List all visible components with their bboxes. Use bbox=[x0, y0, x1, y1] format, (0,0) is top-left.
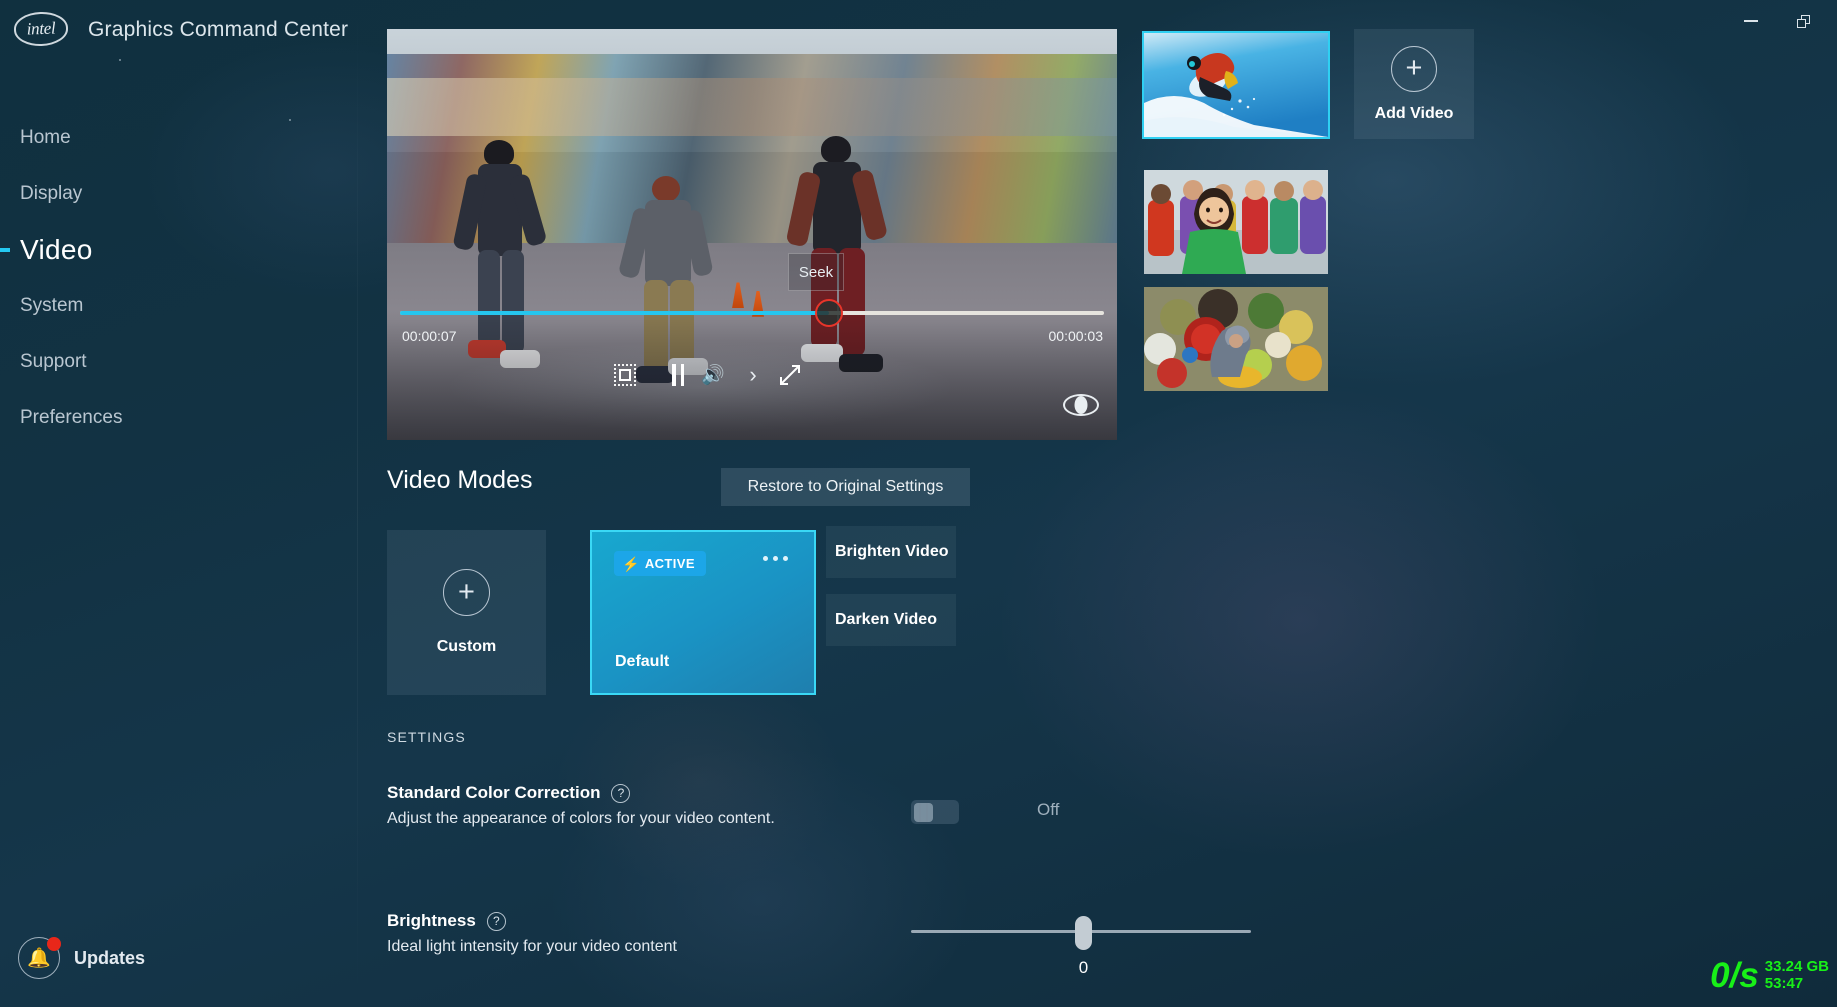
notification-badge bbox=[47, 937, 61, 951]
sidebar-item-label: Support bbox=[20, 351, 87, 373]
current-time-label: 00:00:07 bbox=[402, 328, 457, 344]
video-scrubber-handle[interactable] bbox=[815, 299, 843, 327]
mode-card-label: Default bbox=[615, 653, 669, 671]
sidebar-item-home[interactable]: Home bbox=[0, 110, 310, 166]
volume-button[interactable]: 🔊 bbox=[695, 353, 731, 397]
plus-icon: + bbox=[1391, 46, 1437, 92]
add-video-button[interactable]: + Add Video bbox=[1354, 29, 1474, 139]
player-controls: 🔊 › bbox=[387, 353, 1117, 397]
perf-memory: 33.24 GB bbox=[1765, 959, 1829, 976]
frame-capture-icon bbox=[614, 364, 636, 386]
sidebar-item-display[interactable]: Display bbox=[0, 166, 310, 222]
setting-title-row: Standard Color Correction ? bbox=[387, 783, 1587, 803]
video-progress-fill bbox=[400, 311, 829, 315]
mode-card-default[interactable]: ⚡ ACTIVE Default bbox=[590, 530, 816, 695]
intel-logo-icon: intel bbox=[13, 11, 68, 47]
standard-color-correction-toggle[interactable] bbox=[911, 800, 959, 824]
active-badge: ⚡ ACTIVE bbox=[614, 551, 706, 576]
perf-uptime: 53:47 bbox=[1765, 976, 1829, 993]
market-vendor-thumbnail[interactable] bbox=[1144, 287, 1328, 391]
snowboarder-thumbnail[interactable] bbox=[1144, 33, 1328, 137]
sidebar-item-label: System bbox=[20, 295, 83, 317]
sidebar-item-preferences[interactable]: Preferences bbox=[0, 390, 310, 446]
app-title: Graphics Command Center bbox=[88, 18, 348, 42]
setting-title: Standard Color Correction bbox=[387, 783, 600, 803]
chevron-right-icon: › bbox=[749, 362, 756, 388]
perf-rate: 0/s bbox=[1710, 958, 1759, 993]
settings-heading: SETTINGS bbox=[387, 729, 466, 745]
sidebar-item-video[interactable]: Video bbox=[0, 222, 310, 278]
mode-card-custom[interactable]: + Custom bbox=[387, 530, 546, 695]
video-player[interactable]: Seek 00:00:07 00:00:03 🔊 › bbox=[387, 29, 1117, 440]
remaining-time-label: 00:00:03 bbox=[1049, 328, 1104, 344]
sidebar-divider bbox=[357, 0, 358, 1007]
sidebar-item-label: Video bbox=[20, 234, 93, 266]
minimize-icon bbox=[1744, 20, 1758, 22]
active-indicator bbox=[0, 248, 10, 252]
sidebar-item-label: Home bbox=[20, 127, 71, 149]
updates-button[interactable]: 🔔 Updates bbox=[18, 937, 145, 979]
mode-options-menu[interactable] bbox=[763, 556, 788, 561]
toggle-knob bbox=[914, 803, 933, 822]
active-badge-label: ACTIVE bbox=[645, 556, 695, 571]
pause-icon bbox=[672, 364, 684, 386]
sidebar-nav: Home Display Video System Support Prefer… bbox=[0, 110, 310, 446]
setting-title-row: Brightness ? bbox=[387, 911, 1587, 931]
setting-description: Adjust the appearance of colors for your… bbox=[387, 810, 1587, 828]
seek-tooltip: Seek bbox=[788, 253, 844, 291]
mode-card-label: Brighten Video bbox=[835, 543, 949, 561]
performance-overlay: 0/s 33.24 GB 53:47 bbox=[1710, 958, 1829, 993]
pause-button[interactable] bbox=[660, 353, 696, 397]
toggle-state-label: Off bbox=[1037, 800, 1059, 820]
bell-icon: 🔔 bbox=[18, 937, 60, 979]
restore-original-settings-button[interactable]: Restore to Original Settings bbox=[721, 468, 970, 506]
mode-card-label: Darken Video bbox=[835, 611, 937, 629]
mode-card-brighten-video[interactable]: Brighten Video bbox=[826, 526, 956, 578]
people-group-thumbnail[interactable] bbox=[1144, 170, 1328, 274]
frame-capture-button[interactable] bbox=[607, 353, 643, 397]
help-icon[interactable]: ? bbox=[611, 784, 630, 803]
sidebar-item-label: Display bbox=[20, 183, 82, 205]
volume-icon: 🔊 bbox=[701, 363, 725, 387]
perf-details: 33.24 GB 53:47 bbox=[1765, 959, 1829, 993]
app-window: intel Graphics Command Center Home Displ… bbox=[0, 0, 1837, 1007]
help-icon[interactable]: ? bbox=[487, 912, 506, 931]
lightning-bolt-icon: ⚡ bbox=[622, 557, 640, 571]
add-video-label: Add Video bbox=[1375, 105, 1454, 123]
mode-card-label: Custom bbox=[437, 638, 497, 656]
sidebar-item-support[interactable]: Support bbox=[0, 334, 310, 390]
setting-standard-color-correction: Standard Color Correction ? Adjust the a… bbox=[387, 783, 1587, 828]
updates-label: Updates bbox=[74, 948, 145, 969]
video-modes-title: Video Modes bbox=[387, 466, 532, 495]
minimize-button[interactable] bbox=[1729, 6, 1773, 36]
sidebar-item-system[interactable]: System bbox=[0, 278, 310, 334]
restore-button[interactable] bbox=[1781, 6, 1825, 36]
split-view-icon[interactable] bbox=[1063, 394, 1099, 416]
video-progress-bar[interactable] bbox=[400, 311, 1104, 315]
brightness-value: 0 bbox=[1075, 958, 1092, 978]
setting-title: Brightness bbox=[387, 911, 476, 931]
restore-icon bbox=[1797, 15, 1810, 28]
fullscreen-button[interactable] bbox=[761, 353, 819, 397]
setting-description: Ideal light intensity for your video con… bbox=[387, 938, 1587, 956]
sidebar-item-label: Preferences bbox=[20, 407, 122, 429]
slider-handle[interactable] bbox=[1075, 916, 1092, 950]
mode-card-darken-video[interactable]: Darken Video bbox=[826, 594, 956, 646]
setting-brightness: Brightness ? Ideal light intensity for y… bbox=[387, 911, 1587, 956]
plus-icon: + bbox=[443, 569, 490, 616]
fullscreen-icon bbox=[778, 363, 802, 387]
